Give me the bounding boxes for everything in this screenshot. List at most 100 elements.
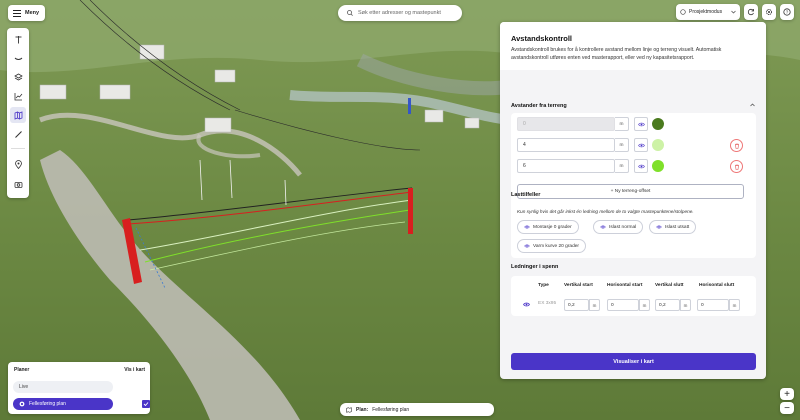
vertical-start-input[interactable]: 0,2 bbox=[564, 299, 589, 311]
toggle-visibility-button[interactable] bbox=[634, 138, 648, 152]
cell-unit: m bbox=[639, 299, 650, 311]
settings-button[interactable] bbox=[762, 4, 776, 20]
plans-title: Planer bbox=[14, 367, 30, 373]
project-icon bbox=[680, 9, 686, 15]
eye-icon bbox=[637, 143, 645, 147]
conductors-section-title: Ledninger i spenn bbox=[511, 264, 559, 270]
column-header: Horisontal start bbox=[607, 283, 643, 288]
camera-icon bbox=[14, 181, 22, 188]
hamburger-icon bbox=[13, 9, 21, 17]
location-pin-icon bbox=[14, 159, 22, 169]
toggle-visibility-button[interactable] bbox=[634, 117, 648, 131]
load-case-chip[interactable]: Islast utsatt bbox=[649, 220, 697, 234]
show-in-map-checkbox[interactable] bbox=[142, 400, 150, 408]
eye-icon bbox=[637, 122, 645, 126]
radio-selected-icon bbox=[19, 401, 25, 407]
mode-select[interactable]: Prosjektmodus bbox=[676, 4, 740, 20]
eye-icon bbox=[524, 244, 530, 248]
help-button[interactable]: ? bbox=[780, 4, 794, 20]
load-section-title: Lasttilfeller bbox=[511, 192, 541, 198]
distance-input[interactable]: 4 bbox=[517, 138, 615, 152]
top-right-controls: Prosjektmodus ? bbox=[676, 4, 794, 20]
chevron-up-icon bbox=[750, 103, 755, 107]
panel-header: Avstandskontroll Avstandskontroll brukes… bbox=[500, 22, 766, 70]
load-cases-card: Kun synlig hvis det går inkst én ledning… bbox=[511, 203, 756, 258]
delete-row-button[interactable] bbox=[730, 160, 743, 173]
distance-input[interactable]: 0 bbox=[517, 117, 615, 131]
horizontal-end-input[interactable]: 0 bbox=[697, 299, 729, 311]
search-placeholder: Søk etter adresser og mastepunkt bbox=[358, 10, 441, 16]
panel-description: Avstandskontroll brukes for å kontroller… bbox=[511, 47, 722, 61]
cell-unit: m bbox=[680, 299, 691, 311]
svg-text:?: ? bbox=[786, 10, 789, 15]
visualize-in-map-button[interactable]: Visualiser i kart bbox=[511, 353, 756, 370]
toggle-visibility-button[interactable] bbox=[634, 159, 648, 173]
color-swatch[interactable] bbox=[652, 160, 664, 172]
left-toolbar bbox=[7, 28, 29, 198]
distance-input[interactable]: 6 bbox=[517, 159, 615, 173]
cell-unit: m bbox=[729, 299, 740, 311]
load-note: Kun synlig hvis det går inkst én ledning… bbox=[517, 209, 694, 214]
distance-section-header[interactable]: Avstander fra terreng bbox=[500, 100, 766, 111]
distance-section-title: Avstander fra terreng bbox=[511, 103, 567, 109]
distance-row: 4 m bbox=[517, 138, 648, 152]
line-tool-button[interactable] bbox=[10, 50, 26, 66]
check-icon bbox=[143, 402, 149, 407]
load-case-label: Montasje 0 grader bbox=[533, 224, 572, 230]
camera-tool-button[interactable] bbox=[10, 176, 26, 192]
load-case-label: Varm kurve 20 grader bbox=[533, 243, 580, 249]
eye-icon bbox=[637, 164, 645, 168]
load-case-chip[interactable]: Varm kurve 20 grader bbox=[517, 239, 587, 253]
distance-control-panel: Avstandskontroll Avstandskontroll brukes… bbox=[500, 22, 766, 379]
load-case-chip[interactable]: Islast normal bbox=[593, 220, 644, 234]
map-tool-button[interactable] bbox=[10, 107, 26, 123]
cell-unit: m bbox=[589, 299, 600, 311]
column-header: Horisontal slutt bbox=[699, 283, 735, 288]
zoom-out-button[interactable]: − bbox=[780, 402, 794, 414]
plan-badge-prefix: Plan: bbox=[356, 406, 369, 413]
location-tool-button[interactable] bbox=[10, 156, 26, 172]
plan-label: Live bbox=[19, 384, 29, 390]
distance-row: 6 m bbox=[517, 159, 648, 173]
plan-item-common[interactable]: Fellesføring plan bbox=[13, 398, 113, 410]
color-swatch[interactable] bbox=[652, 118, 664, 130]
trash-icon bbox=[734, 164, 739, 170]
search-icon bbox=[347, 10, 353, 16]
eye-icon bbox=[524, 225, 530, 229]
column-header: Type bbox=[538, 283, 549, 288]
layers-tool-button[interactable] bbox=[10, 69, 26, 85]
mode-label: Prosjektmodus bbox=[689, 9, 723, 15]
mast-tool-button[interactable] bbox=[10, 31, 26, 47]
load-case-chip[interactable]: Montasje 0 grader bbox=[517, 220, 579, 234]
conductors-card: Type Vertikal start Horisontal start Ver… bbox=[511, 276, 756, 316]
eye-icon bbox=[600, 225, 606, 229]
distance-unit: m bbox=[615, 117, 629, 131]
vertical-end-input[interactable]: 0,2 bbox=[655, 299, 680, 311]
sync-button[interactable] bbox=[744, 4, 758, 20]
plans-panel: Planer Vis i kart Live Fellesføring plan bbox=[8, 362, 150, 414]
trash-icon bbox=[734, 143, 739, 149]
plan-item-live[interactable]: Live bbox=[13, 381, 113, 393]
toolbar-divider bbox=[11, 148, 25, 149]
menu-label: Meny bbox=[25, 10, 40, 16]
horizontal-start-input[interactable]: 0 bbox=[607, 299, 639, 311]
chart-icon bbox=[14, 92, 22, 100]
active-plan-badge[interactable]: Plan: Fellesføring plan bbox=[340, 403, 494, 416]
plans-show-in-map-label: Vis i kart bbox=[124, 367, 145, 373]
distance-row: 0 m bbox=[517, 117, 648, 131]
mast-icon bbox=[15, 35, 21, 43]
eye-icon bbox=[656, 225, 662, 229]
add-terrain-offset-button[interactable]: + Ny terreng-offset bbox=[517, 184, 744, 199]
zoom-in-button[interactable]: + bbox=[780, 388, 794, 400]
search-input[interactable]: Søk etter adresser og mastepunkt bbox=[338, 5, 462, 21]
chart-tool-button[interactable] bbox=[10, 88, 26, 104]
measure-tool-button[interactable] bbox=[10, 126, 26, 142]
color-swatch[interactable] bbox=[652, 139, 664, 151]
eye-icon[interactable] bbox=[523, 302, 530, 307]
line-icon bbox=[14, 57, 22, 60]
chevron-down-icon bbox=[731, 10, 736, 14]
column-header: Vertikal start bbox=[564, 283, 593, 288]
menu-button[interactable]: Meny bbox=[8, 5, 45, 21]
delete-row-button[interactable] bbox=[730, 139, 743, 152]
distance-unit: m bbox=[615, 138, 629, 152]
